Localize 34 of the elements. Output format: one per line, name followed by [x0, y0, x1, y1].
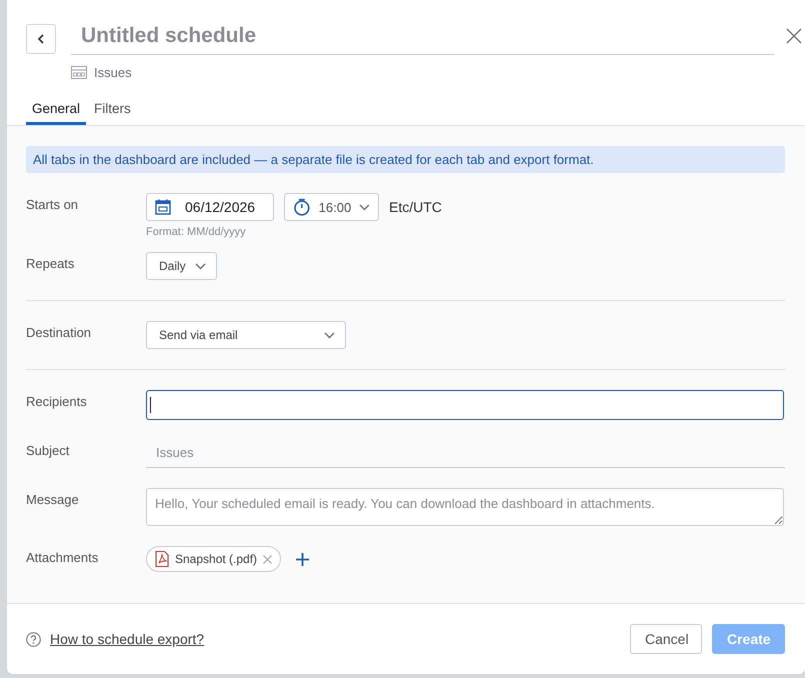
attachment-chip[interactable]: Snapshot (.pdf): [146, 546, 282, 572]
back-button[interactable]: [26, 24, 56, 54]
timezone-label: Etc/UTC: [389, 199, 442, 215]
help-icon: [26, 632, 41, 646]
field-label: Repeats: [26, 255, 76, 273]
repeats-dropdown[interactable]: Daily: [146, 252, 217, 280]
help-link[interactable]: How to schedule export?: [50, 631, 204, 647]
cancel-button[interactable]: Cancel: [630, 624, 702, 654]
stopwatch-icon: [293, 198, 311, 216]
field-label: Subject: [26, 442, 70, 460]
time-dropdown[interactable]: 16:00: [284, 193, 379, 221]
chevron-down-icon: [359, 204, 370, 210]
field-label: Message: [26, 491, 80, 509]
field-label: Attachments: [26, 549, 100, 567]
add-icon[interactable]: [296, 552, 310, 566]
dashboard-name: Issues: [94, 65, 132, 80]
field-label: Destination: [26, 324, 92, 342]
chevron-left-icon: [37, 34, 45, 44]
field-label: Recipients: [26, 393, 88, 411]
destination-dropdown[interactable]: Send via email: [146, 321, 346, 349]
subject-field[interactable]: Issues: [146, 439, 785, 468]
field-label: Starts on: [26, 196, 80, 214]
date-field[interactable]: 06/12/2026: [146, 193, 274, 221]
pdf-file-icon: [155, 551, 169, 567]
close-icon[interactable]: [786, 28, 802, 44]
chevron-down-icon: [324, 332, 335, 338]
info-banner: All tabs in the dashboard are included — a separate file is created for each tab and export format.: [26, 146, 785, 173]
chevron-down-icon: [195, 262, 206, 270]
calendar-icon: [155, 199, 171, 215]
tab[interactable]: Filters: [94, 101, 131, 125]
message-field[interactable]: Hello, Your scheduled email is ready. You can download the dashboard in attachments.: [146, 488, 784, 526]
format-hint: Format: MM/dd/yyyy: [146, 226, 247, 238]
recipients-field[interactable]: [146, 390, 784, 420]
dashboard-icon: [71, 66, 87, 79]
